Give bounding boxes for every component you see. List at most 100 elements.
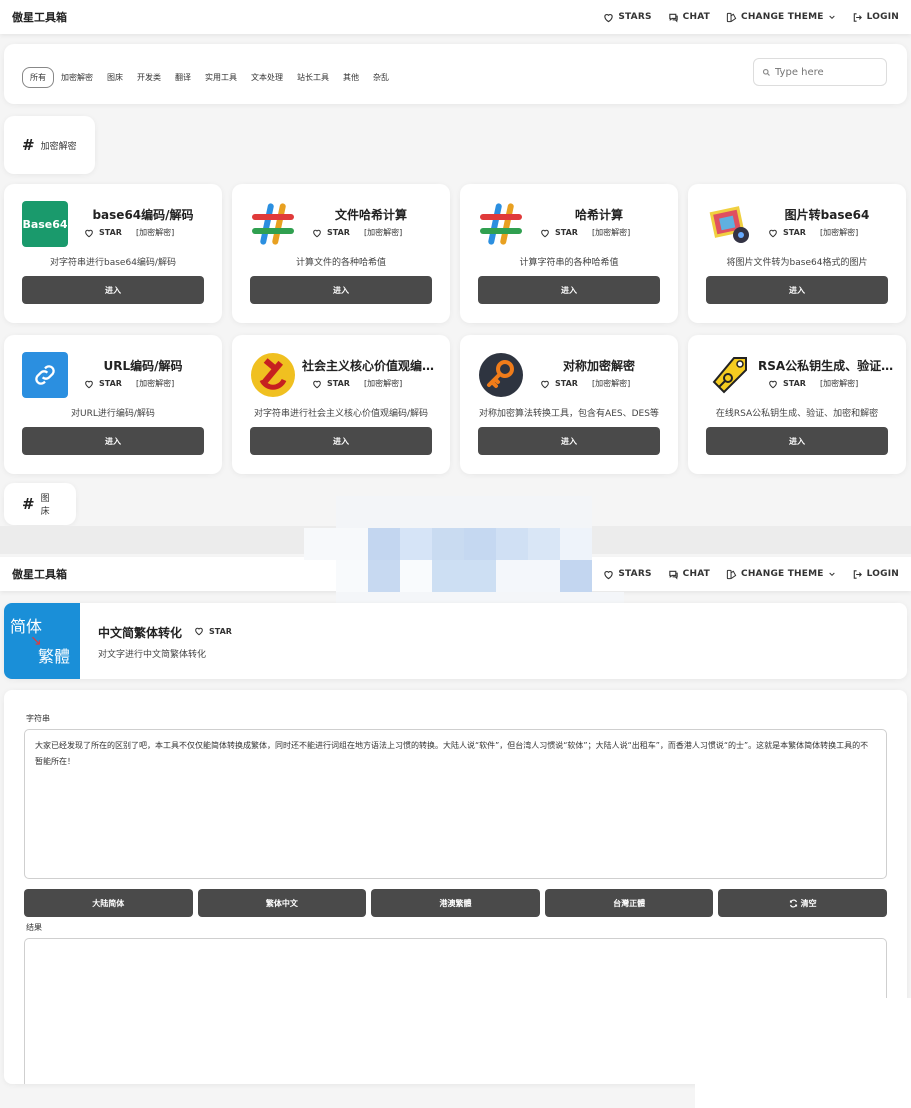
enter-button[interactable]: 进入 bbox=[250, 276, 432, 304]
category-utility[interactable]: 实用工具 bbox=[198, 68, 244, 87]
enter-button[interactable]: 进入 bbox=[706, 276, 888, 304]
tool-card-symmetric: 对称加密解密 STAR [加密解密] 对称加密算法转换工具，包含有AES、DES… bbox=[460, 335, 678, 474]
chat-link[interactable]: CHAT bbox=[668, 569, 710, 580]
change-theme-label: CHANGE THEME bbox=[741, 12, 824, 22]
traditional-button[interactable]: 繁体中文 bbox=[197, 889, 367, 917]
login-link[interactable]: LOGIN bbox=[852, 569, 899, 580]
category-all[interactable]: 所有 bbox=[22, 67, 54, 88]
star-button[interactable]: STAR bbox=[194, 626, 232, 636]
clear-button[interactable]: 清空 bbox=[718, 889, 887, 917]
section-label: 加密解密 bbox=[40, 141, 77, 152]
heart-icon bbox=[195, 627, 203, 636]
star-button[interactable]: STAR bbox=[540, 228, 578, 238]
category-other[interactable]: 其他 bbox=[336, 68, 366, 87]
star-label: STAR bbox=[555, 379, 578, 388]
tool-tag[interactable]: [加密解密] bbox=[136, 378, 174, 389]
chevron-down-icon bbox=[828, 15, 835, 20]
translate-icon: 简体 ↘ 繁體 bbox=[4, 603, 80, 679]
palette-icon bbox=[726, 12, 737, 22]
button-label: 港澳繁體 bbox=[439, 898, 472, 908]
simplified-button[interactable]: 大陆简体 bbox=[24, 889, 193, 917]
tag-key-icon bbox=[706, 352, 752, 398]
tool-name[interactable]: base64编码/解码 bbox=[74, 206, 212, 223]
enter-button[interactable]: 进入 bbox=[22, 276, 204, 304]
heart-icon bbox=[85, 380, 93, 388]
tool-meta: STAR [加密解密] bbox=[540, 378, 630, 389]
login-label: LOGIN bbox=[866, 12, 899, 22]
chat-label: CHAT bbox=[682, 569, 711, 579]
button-label: 繁体中文 bbox=[265, 898, 298, 908]
search-input[interactable] bbox=[775, 66, 875, 78]
input-textarea[interactable]: 大家已经发现了所在的区别了吧，本工具不仅仅能简体转换成繁体，同时还不能进行词组在… bbox=[24, 729, 887, 879]
login-link[interactable]: LOGIN bbox=[852, 12, 899, 23]
enter-button[interactable]: 进入 bbox=[706, 427, 888, 455]
stars-link[interactable]: STARS bbox=[603, 12, 651, 23]
enter-button[interactable]: 进入 bbox=[22, 427, 204, 455]
heart-icon bbox=[769, 229, 777, 237]
category-image-host[interactable]: 图床 bbox=[100, 68, 130, 87]
login-icon bbox=[853, 12, 862, 22]
nav-actions: STARS CHAT CHANGE THEME LOGIN bbox=[603, 569, 899, 580]
refresh-icon bbox=[789, 898, 797, 908]
tool-name[interactable]: 社会主义核心价值观编码/解码 bbox=[302, 357, 440, 374]
change-theme-dropdown[interactable]: CHANGE THEME bbox=[726, 12, 836, 23]
base64-icon: Base64 bbox=[22, 201, 68, 247]
tool-tag[interactable]: [加密解密] bbox=[592, 227, 630, 238]
tool-name[interactable]: 哈希计算 bbox=[530, 206, 668, 223]
brand-title[interactable]: 傲星工具箱 bbox=[12, 9, 67, 25]
button-label: 大陆简体 bbox=[92, 898, 125, 908]
category-crypto[interactable]: 加密解密 bbox=[54, 68, 100, 87]
hash-icon bbox=[478, 201, 524, 247]
tool-name[interactable]: URL编码/解码 bbox=[74, 357, 212, 374]
tool-card-image-base64: 图片转base64 STAR [加密解密] 将图片文件转为base64格式的图片… bbox=[688, 184, 906, 323]
tool-desc: 对字符串进行社会主义核心价值观编码/解码 bbox=[253, 409, 429, 419]
star-label: STAR bbox=[209, 626, 232, 636]
category-text[interactable]: 文本处理 bbox=[244, 68, 290, 87]
tool-desc: 计算文件的各种哈希值 bbox=[295, 258, 386, 268]
category-webmaster[interactable]: 站长工具 bbox=[290, 68, 336, 87]
tool-name[interactable]: 对称加密解密 bbox=[530, 357, 668, 374]
brand-title[interactable]: 傲星工具箱 bbox=[12, 566, 67, 582]
category-translate[interactable]: 翻译 bbox=[168, 68, 198, 87]
category-dev[interactable]: 开发类 bbox=[130, 68, 168, 87]
chat-link[interactable]: CHAT bbox=[668, 12, 710, 23]
tool-tag[interactable]: [加密解密] bbox=[364, 378, 402, 389]
hongkong-button[interactable]: 港澳繁體 bbox=[371, 889, 540, 917]
result-label: 结果 bbox=[26, 923, 42, 932]
login-icon bbox=[853, 569, 862, 579]
action-buttons: 大陆简体 繁体中文 港澳繁體 台灣正體 清空 bbox=[24, 889, 887, 917]
change-theme-dropdown[interactable]: CHANGE THEME bbox=[726, 569, 836, 580]
tool-name[interactable]: 图片转base64 bbox=[758, 206, 896, 223]
star-button[interactable]: STAR bbox=[768, 379, 806, 389]
tool-name[interactable]: 文件哈希计算 bbox=[302, 206, 440, 223]
taiwan-button[interactable]: 台灣正體 bbox=[544, 889, 714, 917]
mosaic-overlay bbox=[304, 496, 624, 608]
star-button[interactable]: STAR bbox=[768, 228, 806, 238]
category-misc[interactable]: 杂乱 bbox=[366, 68, 396, 87]
change-theme-label: CHANGE THEME bbox=[741, 569, 824, 579]
tool-card-url: URL编码/解码 STAR [加密解密] 对URL进行编码/解码 进入 bbox=[4, 335, 222, 474]
tool-name[interactable]: RSA公私钥生成、验证、加密解密 bbox=[758, 357, 896, 374]
heart-icon bbox=[313, 380, 321, 388]
star-button[interactable]: STAR bbox=[312, 379, 350, 389]
tool-tag[interactable]: [加密解密] bbox=[136, 227, 174, 238]
star-button[interactable]: STAR bbox=[312, 228, 350, 238]
star-button[interactable]: STAR bbox=[84, 379, 122, 389]
tool-tag[interactable]: [加密解密] bbox=[364, 227, 402, 238]
tool-tag[interactable]: [加密解密] bbox=[592, 378, 630, 389]
enter-button[interactable]: 进入 bbox=[478, 276, 660, 304]
search-icon bbox=[762, 68, 770, 76]
heart-icon bbox=[604, 13, 614, 22]
star-button[interactable]: STAR bbox=[540, 379, 578, 389]
enter-button[interactable]: 进入 bbox=[478, 427, 660, 455]
heart-icon bbox=[313, 229, 321, 237]
tool-tag[interactable]: [加密解密] bbox=[820, 378, 858, 389]
tool-tag[interactable]: [加密解密] bbox=[820, 227, 858, 238]
tool-card-base64: Base64 base64编码/解码 STAR [加密解密] 对字符串进行bas… bbox=[4, 184, 222, 323]
star-label: STAR bbox=[327, 228, 350, 237]
tool-card-hash: 哈希计算 STAR [加密解密] 计算字符串的各种哈希值 进入 bbox=[460, 184, 678, 323]
heart-icon bbox=[769, 380, 777, 388]
section-title-image-host: # 图床 bbox=[4, 483, 76, 525]
star-button[interactable]: STAR bbox=[84, 228, 122, 238]
enter-button[interactable]: 进入 bbox=[250, 427, 432, 455]
